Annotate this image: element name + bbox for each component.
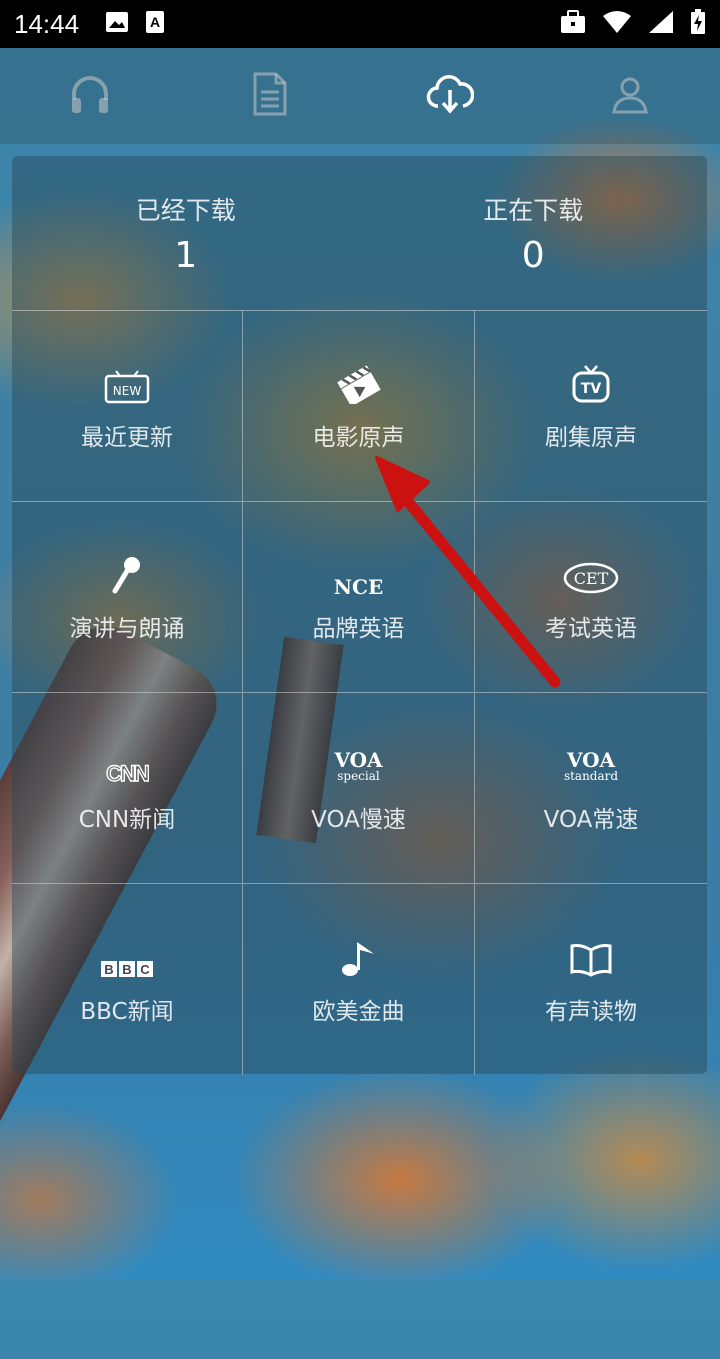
svg-text:A: A xyxy=(150,14,160,30)
category-movie-soundtracks[interactable]: 电影原声 xyxy=(243,311,475,502)
tab-listen[interactable] xyxy=(50,56,130,136)
battery-charging-icon xyxy=(690,9,706,39)
category-label: 欧美金曲 xyxy=(312,998,405,1025)
downloaded-count: 1 xyxy=(174,234,198,276)
category-voa-standard[interactable]: VOA standard VOA常速 xyxy=(475,693,707,884)
downloading-stat[interactable]: 正在下载 0 xyxy=(360,156,708,310)
svg-text:C: C xyxy=(140,962,150,977)
category-western-hits[interactable]: 欧美金曲 xyxy=(243,884,475,1075)
text-a-icon: A xyxy=(145,10,165,38)
downloaded-stat[interactable]: 已经下载 1 xyxy=(12,156,360,310)
category-exam-english[interactable]: CET 考试英语 xyxy=(475,502,707,693)
signal-icon xyxy=(648,10,674,38)
music-note-icon xyxy=(340,938,378,982)
tab-articles[interactable] xyxy=(230,56,310,136)
category-label: 电影原声 xyxy=(312,425,405,451)
category-label: 考试英语 xyxy=(545,616,637,642)
bbc-logo-icon: BBC xyxy=(100,960,154,982)
headphones-icon xyxy=(68,72,112,120)
image-icon xyxy=(105,11,129,37)
top-nav xyxy=(0,48,720,144)
category-bbc-news[interactable]: BBC BBC新闻 xyxy=(12,884,243,1075)
tab-download[interactable] xyxy=(410,56,490,136)
category-label: 有声读物 xyxy=(545,998,637,1025)
downloading-count: 0 xyxy=(521,234,545,276)
tv-icon: TV xyxy=(571,364,611,408)
category-label: CNN新闻 xyxy=(78,807,176,833)
download-stats: 已经下载 1 正在下载 0 xyxy=(12,156,707,310)
svg-text:B: B xyxy=(122,962,131,977)
status-time: 14:44 xyxy=(14,8,80,39)
category-speeches[interactable]: 演讲与朗诵 xyxy=(12,502,243,693)
category-recent-updates[interactable]: NEW 最近更新 xyxy=(12,311,243,502)
downloaded-label: 已经下载 xyxy=(135,195,236,225)
category-label: 演讲与朗诵 xyxy=(69,616,185,642)
category-label: BBC新闻 xyxy=(80,998,174,1025)
category-cnn-news[interactable]: CNN CNN新闻 xyxy=(12,693,243,884)
new-badge-icon: NEW xyxy=(104,370,150,408)
category-voa-special[interactable]: VOA special VOA慢速 xyxy=(243,693,475,884)
cet-logo-icon: CET xyxy=(563,561,619,599)
open-book-icon xyxy=(569,942,613,982)
voa-special-icon: VOA special xyxy=(334,748,383,783)
category-tv-soundtracks[interactable]: TV 剧集原声 xyxy=(475,311,707,502)
category-brand-english[interactable]: NCE 品牌英语 xyxy=(243,502,475,693)
category-label: VOA慢速 xyxy=(311,807,406,833)
downloading-label: 正在下载 xyxy=(483,195,584,225)
clapperboard-icon xyxy=(336,364,382,408)
briefcase-icon xyxy=(560,10,586,38)
svg-text:CNN: CNN xyxy=(106,761,149,786)
svg-text:NEW: NEW xyxy=(113,384,142,398)
svg-text:B: B xyxy=(104,962,113,977)
category-label: 最近更新 xyxy=(81,425,173,451)
category-audiobooks[interactable]: 有声读物 xyxy=(475,884,707,1075)
tab-profile[interactable] xyxy=(590,56,670,136)
voa-standard-icon: VOA standard xyxy=(563,748,619,783)
document-icon xyxy=(252,72,288,120)
svg-text:TV: TV xyxy=(581,381,602,397)
nce-logo-icon: NCE xyxy=(333,575,384,599)
status-bar: 14:44 A xyxy=(0,0,720,48)
category-grid: NEW 最近更新 电影原声 TV 剧集原声 演讲与朗诵 NCE 品牌英语 CET… xyxy=(12,310,707,1075)
svg-text:CET: CET xyxy=(574,569,609,588)
download-panel: 已经下载 1 正在下载 0 NEW 最近更新 电影原声 TV 剧集原声 演讲与朗… xyxy=(12,156,707,1075)
cloud-download-icon xyxy=(426,74,475,118)
cnn-logo-icon: CNN xyxy=(104,760,151,790)
user-icon xyxy=(610,74,650,118)
wifi-icon xyxy=(602,10,632,38)
category-label: VOA常速 xyxy=(543,807,639,833)
category-label: 剧集原声 xyxy=(545,425,637,451)
microphone-icon xyxy=(110,555,144,599)
category-label: 品牌英语 xyxy=(312,616,405,642)
